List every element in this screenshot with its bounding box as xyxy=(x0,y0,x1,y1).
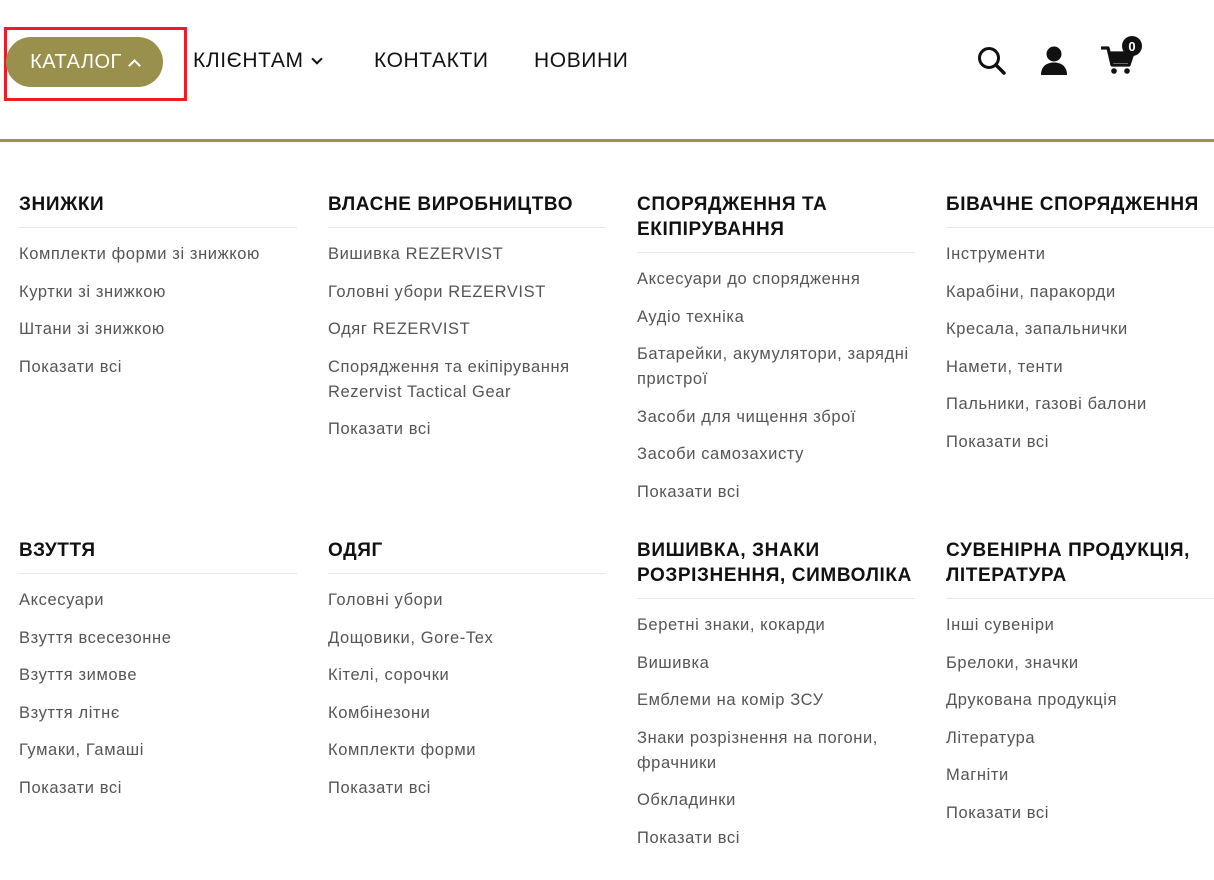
menu-link[interactable]: Комплекти форми xyxy=(328,738,606,763)
menu-link[interactable]: Аксесуари до спорядження xyxy=(637,267,915,292)
chevron-down-icon xyxy=(310,52,323,65)
menu-link[interactable]: Беретні знаки, кокарди xyxy=(637,613,915,638)
menu-link[interactable]: Спорядження та екіпірування Rezervist Ta… xyxy=(328,355,606,405)
menu-link[interactable]: Показати всі xyxy=(637,480,915,505)
menu-link[interactable]: Взуття зимове xyxy=(19,663,297,688)
menu-link[interactable]: Аудіо техніка xyxy=(637,305,915,330)
menu-link[interactable]: Кітелі, сорочки xyxy=(328,663,606,688)
menu-link[interactable]: Показати всі xyxy=(19,776,297,801)
menu-column-divider xyxy=(19,573,297,574)
site-header: КАТАЛОГ КЛІЄНТАМ КОНТАКТИ НОВИНИ 0 xyxy=(0,0,1214,142)
nav-clients[interactable]: КЛІЄНТАМ xyxy=(193,48,323,74)
menu-link[interactable]: Одяг REZERVIST xyxy=(328,317,606,342)
menu-link[interactable]: Показати всі xyxy=(946,801,1214,826)
chevron-up-icon xyxy=(128,58,141,72)
menu-column-divider xyxy=(946,227,1214,228)
nav-contacts[interactable]: КОНТАКТИ xyxy=(374,48,489,74)
menu-link[interactable]: Брелоки, значки xyxy=(946,651,1214,676)
menu-link[interactable]: Засоби самозахисту xyxy=(637,442,915,467)
menu-link[interactable]: Показати всі xyxy=(328,776,606,801)
catalog-button[interactable]: КАТАЛОГ xyxy=(6,37,163,87)
menu-column: Взуття Аксесуари Взуття всесезонне Взуття з… xyxy=(19,538,297,813)
menu-column-divider xyxy=(19,227,297,228)
menu-link[interactable]: Головні убори xyxy=(328,588,606,613)
menu-link[interactable]: Інструменти xyxy=(946,242,1214,267)
catalog-dropdown-menu: Знижки Комплекти форми зі знижкою Куртки з… xyxy=(0,142,1214,880)
menu-link[interactable]: Знаки розрізнення на погони, фрачники xyxy=(637,726,915,776)
menu-link[interactable]: Магніти xyxy=(946,763,1214,788)
menu-link[interactable]: Комбінезони xyxy=(328,701,606,726)
user-icon[interactable] xyxy=(1039,45,1069,77)
menu-column-title[interactable]: Спорядження та екіпірування xyxy=(637,192,915,242)
menu-link[interactable]: Показати всі xyxy=(637,826,915,851)
menu-link[interactable]: Емблеми на комір ЗСУ xyxy=(637,688,915,713)
menu-link[interactable]: Література xyxy=(946,726,1214,751)
menu-link-list: Інструменти Карабіни, паракорди Кресала, з… xyxy=(946,242,1214,455)
menu-link[interactable]: Гумаки, Гамаші xyxy=(19,738,297,763)
menu-link[interactable]: Батарейки, акумулятори, зарядні пристрої xyxy=(637,342,915,392)
menu-link[interactable]: Взуття всесезонне xyxy=(19,626,297,651)
menu-column-title[interactable]: Взуття xyxy=(19,538,297,563)
menu-link[interactable]: Вишивка xyxy=(637,651,915,676)
menu-column-divider xyxy=(637,252,915,253)
menu-link[interactable]: Друкована продукція xyxy=(946,688,1214,713)
menu-column: Спорядження та екіпірування Аксесуари до … xyxy=(637,192,915,517)
menu-link[interactable]: Взуття літнє xyxy=(19,701,297,726)
menu-column-title[interactable]: Бівачне спорядження xyxy=(946,192,1214,217)
menu-link[interactable]: Карабіни, паракорди xyxy=(946,280,1214,305)
menu-link[interactable]: Головні убори REZERVIST xyxy=(328,280,606,305)
menu-link-list: Аксесуари до спорядження Аудіо техніка Бат… xyxy=(637,267,915,505)
menu-link[interactable]: Аксесуари xyxy=(19,588,297,613)
menu-link[interactable]: Комплекти форми зі знижкою xyxy=(19,242,297,267)
menu-column-divider xyxy=(328,573,606,574)
cart-count-badge: 0 xyxy=(1122,36,1142,56)
search-icon[interactable] xyxy=(976,45,1008,77)
menu-column-title[interactable]: Знижки xyxy=(19,192,297,217)
menu-column-divider xyxy=(637,598,915,599)
menu-column-title[interactable]: Вишивка, знаки розрізнення, символіка xyxy=(637,538,915,588)
nav-clients-label: КЛІЄНТАМ xyxy=(193,49,304,72)
menu-link[interactable]: Показати всі xyxy=(946,430,1214,455)
menu-link-list: Аксесуари Взуття всесезонне Взуття зимове В… xyxy=(19,588,297,801)
menu-link[interactable]: Обкладинки xyxy=(637,788,915,813)
menu-column: Бівачне спорядження Інструменти Карабіни, … xyxy=(946,192,1214,467)
menu-column-divider xyxy=(946,598,1214,599)
menu-link-list: Вишивка REZERVIST Головні убори REZERVIST… xyxy=(328,242,606,442)
menu-column-divider xyxy=(328,227,606,228)
menu-link[interactable]: Кресала, запальнички xyxy=(946,317,1214,342)
menu-link-list: Інші сувеніри Брелоки, значки Друкована пр… xyxy=(946,613,1214,826)
menu-link[interactable]: Вишивка REZERVIST xyxy=(328,242,606,267)
menu-column-title[interactable]: Сувенірна продукція, література xyxy=(946,538,1214,588)
menu-column-title[interactable]: Власне виробництво xyxy=(328,192,606,217)
menu-column: Одяг Головні убори Дощовики, Gore-Tex Кітел… xyxy=(328,538,606,813)
menu-link[interactable]: Показати всі xyxy=(19,355,297,380)
catalog-button-label: КАТАЛОГ xyxy=(30,50,122,73)
menu-column: Сувенірна продукція, література Інші суве… xyxy=(946,538,1214,838)
menu-link[interactable]: Інші сувеніри xyxy=(946,613,1214,638)
menu-column: Власне виробництво Вишивка REZERVIST Голов… xyxy=(328,192,606,455)
menu-link-list: Головні убори Дощовики, Gore-Tex Кітелі, с… xyxy=(328,588,606,801)
menu-link[interactable]: Показати всі xyxy=(328,417,606,442)
menu-link[interactable]: Засоби для чищення зброї xyxy=(637,405,915,430)
menu-link-list: Комплекти форми зі знижкою Куртки зі зниж… xyxy=(19,242,297,380)
menu-link[interactable]: Штани зі знижкою xyxy=(19,317,297,342)
menu-column: Знижки Комплекти форми зі знижкою Куртки з… xyxy=(19,192,297,392)
menu-link[interactable]: Намети, тенти xyxy=(946,355,1214,380)
menu-link[interactable]: Дощовики, Gore-Tex xyxy=(328,626,606,651)
menu-column-title[interactable]: Одяг xyxy=(328,538,606,563)
menu-link[interactable]: Пальники, газові балони xyxy=(946,392,1214,417)
menu-column: Вишивка, знаки розрізнення, символіка Бер… xyxy=(637,538,915,863)
menu-link[interactable]: Куртки зі знижкою xyxy=(19,280,297,305)
nav-news[interactable]: НОВИНИ xyxy=(534,48,628,74)
menu-link-list: Беретні знаки, кокарди Вишивка Емблеми на … xyxy=(637,613,915,851)
